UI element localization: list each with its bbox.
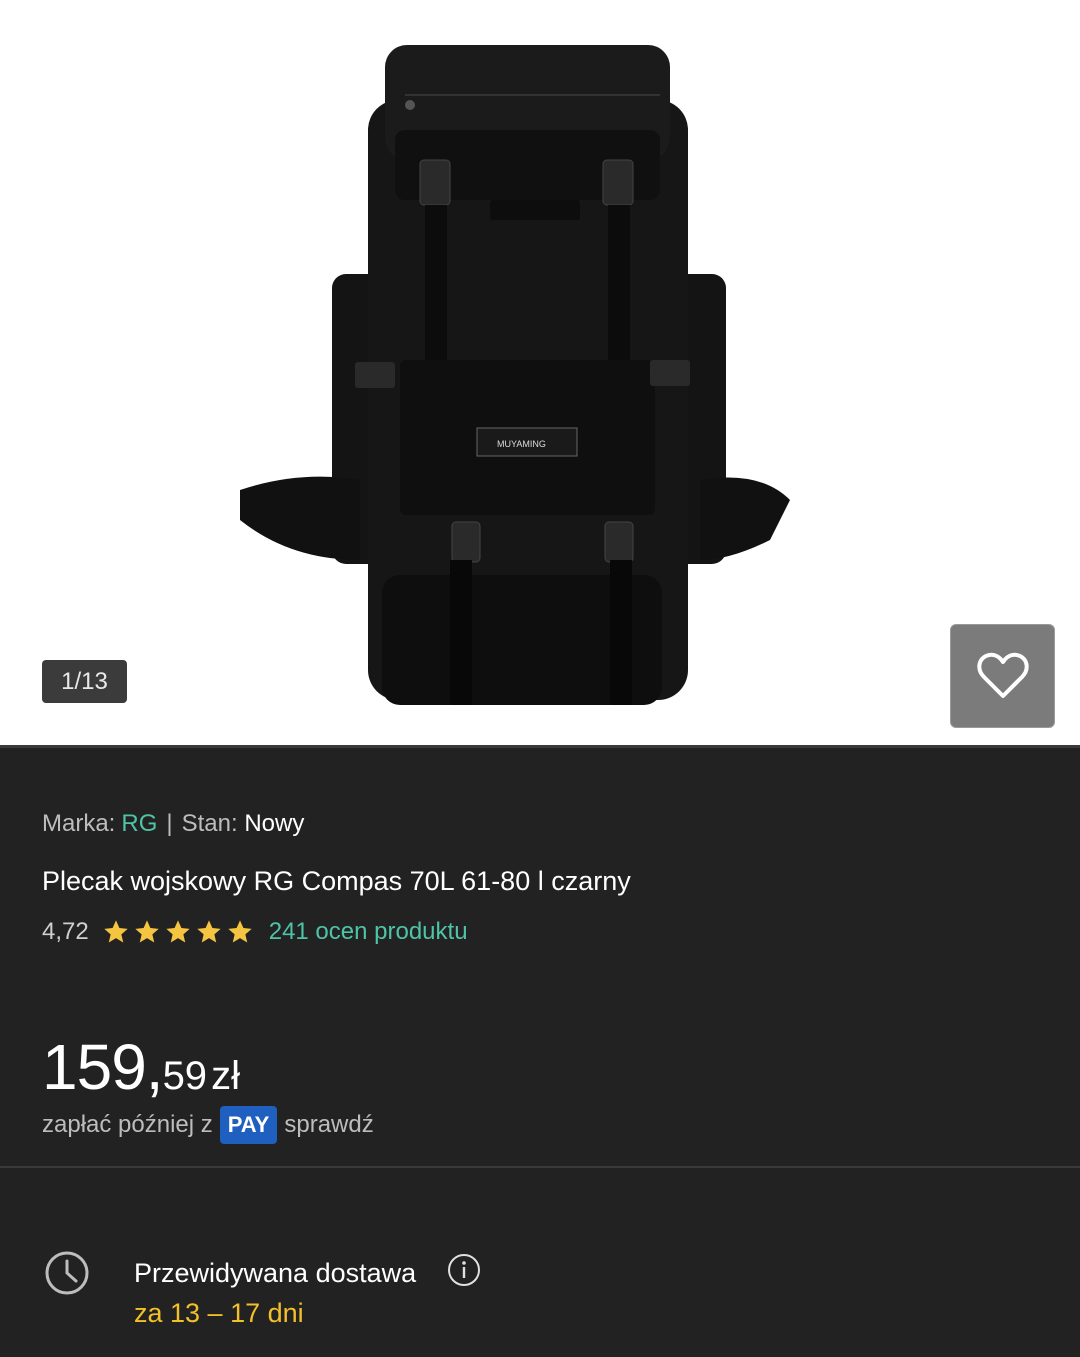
condition-value: Nowy (244, 810, 305, 837)
rating-value: 4,72 (42, 918, 89, 945)
reviews-link[interactable]: 241 ocen produktu (269, 918, 468, 946)
favorite-button[interactable] (950, 624, 1055, 728)
brand-link[interactable]: RG (121, 810, 157, 837)
meta-separator: | (166, 810, 173, 837)
product-title: Plecak wojskowy RG Compas 70L 61-80 l cz… (42, 866, 631, 896)
rating-row[interactable]: 4,72 241 ocen produktu (42, 916, 468, 948)
delivery-time: za 13 – 17 dni (134, 1298, 304, 1328)
section-divider (0, 1166, 1080, 1168)
price-cents: 59 (162, 1054, 208, 1098)
heart-outline-icon (976, 652, 1029, 698)
backpack-image[interactable]: MUYAMING (0, 0, 1080, 745)
pay-badge: PAY (219, 1106, 278, 1144)
info-icon[interactable] (447, 1253, 481, 1287)
price-currency: zł (211, 1054, 240, 1098)
pay-later-check-link[interactable]: sprawdź (284, 1111, 373, 1139)
price-main: 159, (42, 1031, 164, 1103)
svg-text:MUYAMING: MUYAMING (497, 439, 546, 449)
star-icon (166, 920, 190, 943)
star-icon (197, 920, 221, 943)
pay-later-text: zapłać później z (42, 1111, 213, 1138)
delivery-label: Przewidywana dostawa (134, 1258, 417, 1288)
gallery-divider (0, 745, 1080, 748)
product-gallery[interactable]: MUYAMING 1/13 (0, 0, 1080, 745)
brand-label: Marka: (42, 810, 116, 837)
star-icon (135, 920, 159, 943)
star-icon (104, 920, 128, 943)
rating-stars (101, 918, 255, 946)
price: 159,59 zł (42, 1030, 240, 1104)
image-counter: 1/13 (42, 660, 127, 703)
pay-later-row[interactable]: zapłać później z PAY sprawdź (42, 1106, 374, 1144)
clock-icon (45, 1251, 89, 1295)
product-meta: Marka: RG | Stan: Nowy (42, 810, 304, 838)
star-icon (228, 920, 252, 943)
condition-label: Stan: (181, 810, 238, 837)
